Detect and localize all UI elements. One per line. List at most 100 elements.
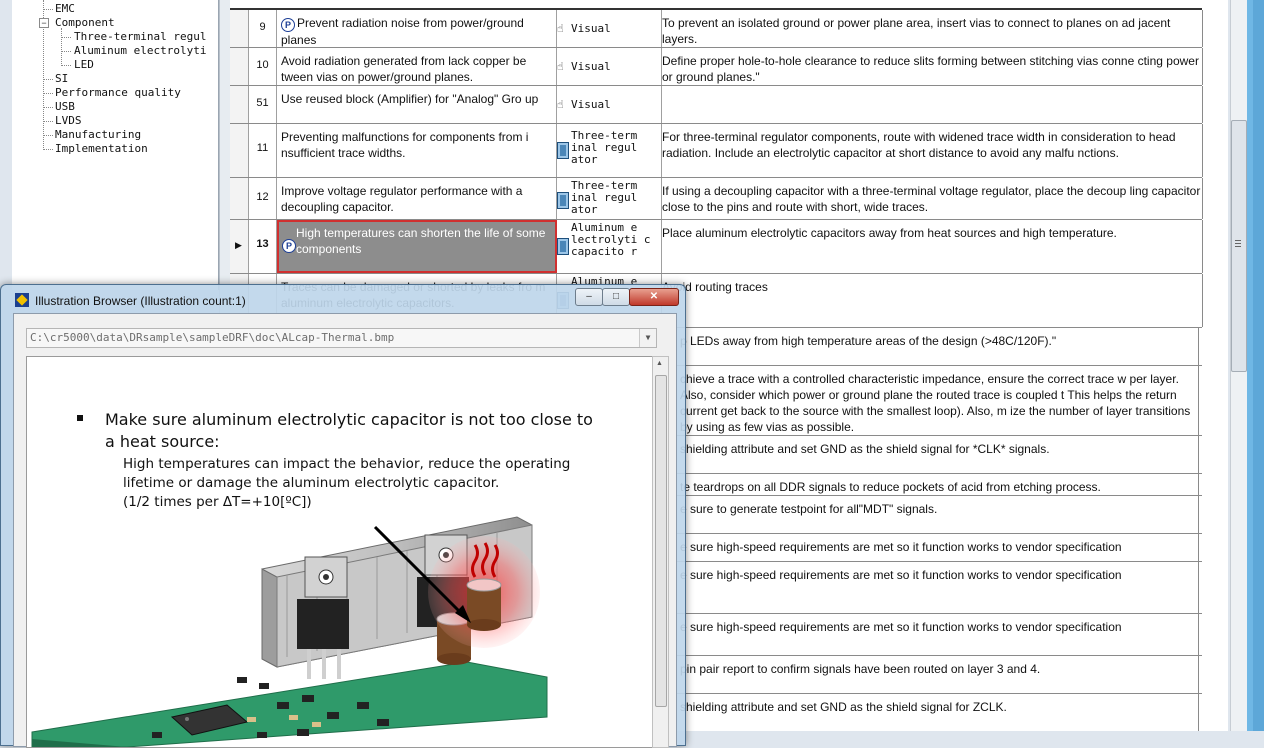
- grid-header-edge: [230, 0, 1202, 10]
- maximize-button[interactable]: □: [602, 288, 630, 306]
- tree-item-led[interactable]: LED: [74, 58, 94, 71]
- row-title: Prevent radiation noise from power/groun…: [281, 16, 524, 47]
- row-indicator[interactable]: [230, 178, 249, 219]
- pcb-thermal-illustration: [31, 516, 548, 747]
- tree-connector: [43, 121, 53, 122]
- window-frame-edge: [1253, 0, 1264, 731]
- illustration-path: C:\cr5000\data\DRsample\sampleDRF\doc\AL…: [30, 331, 395, 344]
- row-number: 12: [249, 178, 277, 219]
- tree-item-performance[interactable]: Performance quality: [55, 86, 181, 99]
- tree-connector: [61, 37, 71, 38]
- row-description[interactable]: To prevent an isolated ground or power p…: [658, 10, 1203, 47]
- bullet-icon: [77, 415, 83, 421]
- component-icon: [557, 192, 569, 209]
- row-title[interactable]: Avoid radiation generated from lack copp…: [277, 48, 557, 85]
- window-title: Illustration Browser (Illustration count…: [35, 294, 246, 308]
- app-icon: [15, 293, 29, 307]
- row-indicator[interactable]: [230, 124, 249, 177]
- row-category-cell[interactable]: Three-term inal regul ator: [553, 178, 662, 219]
- row-description[interactable]: If using a decoupling capacitor with a t…: [658, 178, 1203, 219]
- table-row[interactable]: 10 Avoid radiation generated from lack c…: [230, 48, 1203, 86]
- tree-item-three-terminal[interactable]: Three-terminal regul: [74, 30, 206, 43]
- table-row[interactable]: 51 Use reused block (Amplifier) for "Ana…: [230, 86, 1203, 124]
- close-button[interactable]: ✕: [629, 288, 679, 306]
- row-description[interactable]: [658, 86, 1203, 123]
- illustration-vertical-scrollbar[interactable]: ▲: [652, 356, 669, 748]
- row-number: 13: [249, 220, 277, 273]
- tree-item-aluminum[interactable]: Aluminum electrolyti: [74, 44, 206, 57]
- row-description[interactable]: Define proper hole-to-hole clearance to …: [658, 48, 1203, 85]
- category-label: Three-term inal regul ator: [571, 179, 638, 216]
- hand-icon: ☝: [557, 98, 564, 111]
- illustration-text-line: High temperatures can impact the behavio…: [123, 456, 571, 472]
- row-title-cell[interactable]: P Prevent radiation noise from power/grou…: [277, 10, 557, 47]
- tree-item-implementation[interactable]: Implementation: [55, 142, 148, 155]
- tree-connector: [61, 51, 71, 52]
- collapse-icon[interactable]: −: [39, 18, 49, 28]
- row-title[interactable]: Preventing malfunctions for components f…: [277, 124, 557, 177]
- row-description[interactable]: Place aluminum electrolytic capacitors a…: [658, 220, 1203, 273]
- hand-icon: ☝: [557, 60, 564, 73]
- tree-connector: [43, 79, 53, 80]
- category-label: Visual: [571, 22, 611, 35]
- electrolytic-capacitor-hot: [466, 578, 502, 631]
- illustration-browser-body: C:\cr5000\data\DRsample\sampleDRF\doc\AL…: [13, 313, 677, 748]
- illustration-heading: Make sure aluminum electrolytic capacito…: [105, 410, 593, 451]
- component-icon: [557, 238, 569, 255]
- scroll-grip: [1235, 240, 1241, 241]
- category-visual: ☝ Visual: [557, 60, 611, 73]
- table-row-selected[interactable]: ▶ 13 P High temperatures can shorten the …: [230, 220, 1203, 274]
- row-title-cell-selected[interactable]: P High temperatures can shorten the life …: [277, 220, 557, 273]
- category-visual: ☝ Visual: [557, 22, 611, 35]
- row-description[interactable]: For three-terminal regulator components,…: [658, 124, 1203, 177]
- row-title[interactable]: Use reused block (Amplifier) for "Analog…: [277, 86, 557, 123]
- tree-connector: [61, 28, 62, 66]
- table-row[interactable]: 12 Improve voltage regulator performance…: [230, 178, 1203, 220]
- row-category-cell[interactable]: ☝ Visual: [553, 86, 662, 123]
- p-icon: P: [281, 18, 295, 32]
- row-category-cell[interactable]: Three-term inal regul ator: [553, 124, 662, 177]
- tree-item-component[interactable]: Component: [55, 16, 115, 29]
- p-icon: P: [282, 239, 296, 253]
- row-indicator[interactable]: [230, 48, 249, 85]
- tree-connector: [61, 65, 71, 66]
- row-category-cell[interactable]: ☝ Visual: [553, 10, 662, 47]
- minimize-button[interactable]: –: [575, 288, 603, 306]
- row-number: 51: [249, 86, 277, 123]
- scroll-grip: [1235, 246, 1241, 247]
- tree-item-manufacturing[interactable]: Manufacturing: [55, 128, 141, 141]
- row-indicator[interactable]: [230, 10, 249, 47]
- scroll-up-icon[interactable]: ▲: [656, 360, 663, 367]
- category-label: Three-term inal regul ator: [571, 129, 638, 166]
- row-number: 9: [249, 10, 277, 47]
- category-label: Visual: [571, 60, 611, 73]
- row-title[interactable]: Improve voltage regulator performance wi…: [277, 178, 557, 219]
- tree-item-emc[interactable]: EMC: [55, 2, 75, 15]
- pcb-board: [31, 661, 548, 747]
- illustration-browser-window[interactable]: Illustration Browser (Illustration count…: [0, 284, 686, 748]
- category-visual: ☝ Visual: [557, 98, 611, 111]
- illustration-canvas: Make sure aluminum electrolytic capacito…: [26, 356, 654, 748]
- row-indicator[interactable]: ▶: [230, 220, 249, 273]
- illustration-path-combo[interactable]: C:\cr5000\data\DRsample\sampleDRF\doc\AL…: [26, 328, 657, 348]
- hand-icon: ☝: [557, 22, 564, 35]
- row-number: 10: [249, 48, 277, 85]
- chevron-down-icon[interactable]: ▼: [639, 329, 656, 347]
- row-indicator[interactable]: [230, 86, 249, 123]
- tree-item-si[interactable]: SI: [55, 72, 68, 85]
- tree-connector: [43, 149, 53, 150]
- table-row[interactable]: 9 P Prevent radiation noise from power/gr…: [230, 10, 1203, 48]
- tree-connector: [43, 135, 53, 136]
- illustration-scroll-thumb[interactable]: [655, 375, 667, 707]
- row-category-cell[interactable]: ☝ Visual: [553, 48, 662, 85]
- category-tree[interactable]: EMC − Component Three-terminal regul Alu…: [12, 0, 219, 290]
- tree-item-usb[interactable]: USB: [55, 100, 75, 113]
- current-row-arrow-icon: ▶: [235, 240, 242, 250]
- tree-item-lvds[interactable]: LVDS: [55, 114, 82, 127]
- row-category-cell[interactable]: Aluminum e lectrolyti c capacito r: [553, 220, 662, 273]
- tree-connector: [43, 107, 53, 108]
- row-description[interactable]: Avoid routing traces: [658, 274, 1203, 327]
- table-row[interactable]: 11 Preventing malfunctions for component…: [230, 124, 1203, 178]
- tree-connector: [43, 93, 53, 94]
- scroll-grip: [1235, 243, 1241, 244]
